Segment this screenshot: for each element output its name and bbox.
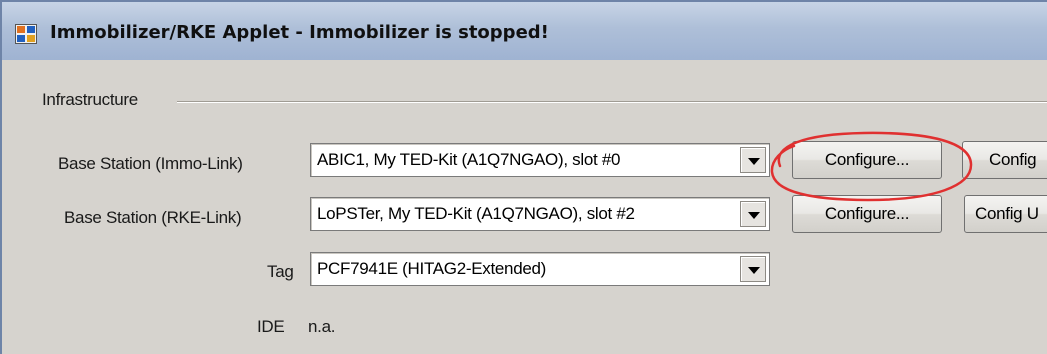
tag-select-value: PCF7941E (HITAG2-Extended) xyxy=(317,259,547,278)
chevron-down-icon[interactable] xyxy=(740,147,766,173)
applet-window-icon xyxy=(15,24,37,44)
chevron-down-icon[interactable] xyxy=(740,201,766,227)
tag-label: Tag xyxy=(267,262,294,281)
rke-link-select[interactable]: LoPSTer, My TED-Kit (A1Q7NGAO), slot #2 xyxy=(310,197,770,231)
immo-link-select-value: ABIC1, My TED-Kit (A1Q7NGAO), slot #0 xyxy=(317,150,621,169)
infrastructure-group-label: Infrastructure xyxy=(42,90,138,109)
rke-link-label: Base Station (RKE-Link) xyxy=(64,208,242,227)
ide-label: IDE xyxy=(257,317,285,336)
title-bar[interactable]: Immobilizer/RKE Applet - Immobilizer is … xyxy=(2,2,1047,61)
rke-link-select-value: LoPSTer, My TED-Kit (A1Q7NGAO), slot #2 xyxy=(317,204,635,223)
chevron-down-icon[interactable] xyxy=(740,256,766,282)
immo-link-label: Base Station (Immo-Link) xyxy=(58,154,243,173)
rke-config-button[interactable]: Config U xyxy=(964,195,1047,233)
applet-window: Immobilizer/RKE Applet - Immobilizer is … xyxy=(0,0,1047,354)
immo-link-select[interactable]: ABIC1, My TED-Kit (A1Q7NGAO), slot #0 xyxy=(310,143,770,177)
immo-config-button[interactable]: Config xyxy=(962,141,1047,179)
rke-configure-button[interactable]: Configure... xyxy=(792,195,942,233)
ide-value: n.a. xyxy=(308,317,336,336)
group-divider xyxy=(177,101,1047,103)
client-area: Infrastructure Base Station (Immo-Link) … xyxy=(2,60,1047,354)
immo-configure-button[interactable]: Configure... xyxy=(792,141,942,179)
window-title: Immobilizer/RKE Applet - Immobilizer is … xyxy=(50,22,549,43)
tag-select[interactable]: PCF7941E (HITAG2-Extended) xyxy=(310,252,770,286)
